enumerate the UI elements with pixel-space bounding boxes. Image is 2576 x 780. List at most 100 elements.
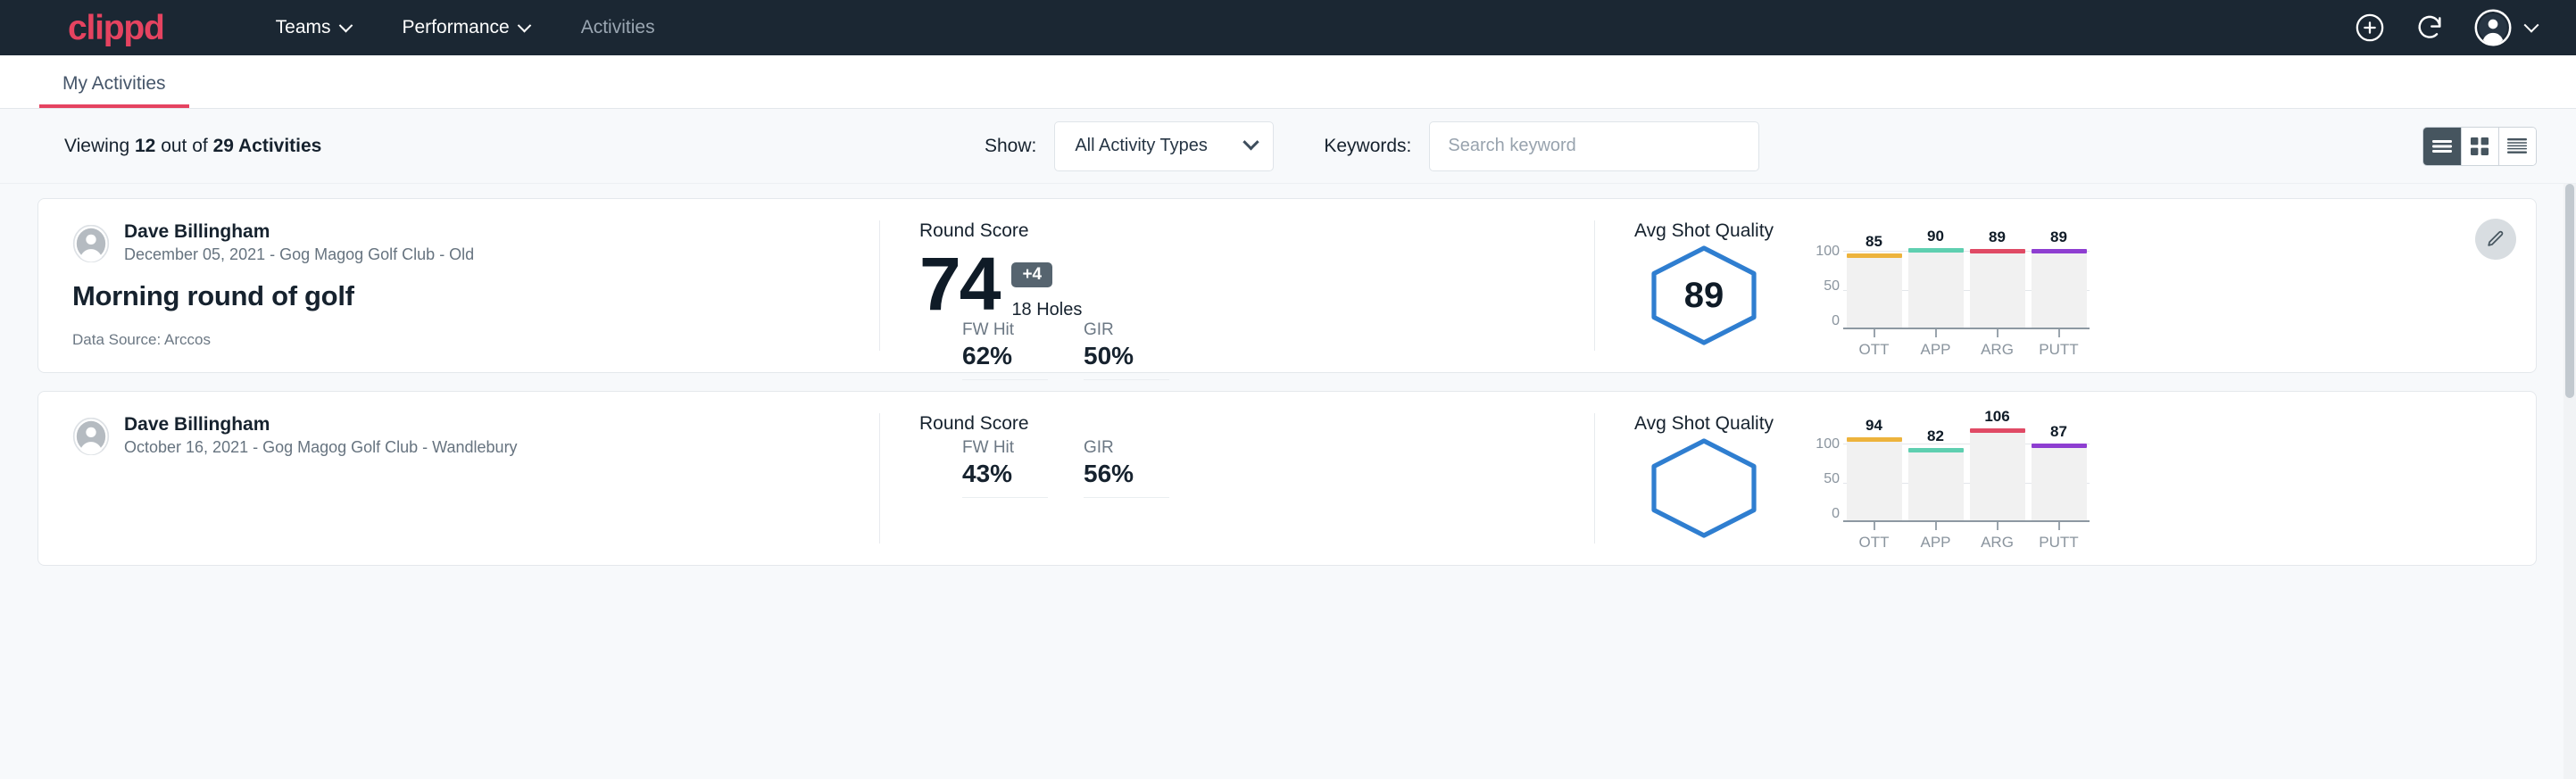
chart-plot-area: 85 90	[1843, 244, 2090, 359]
refresh-icon[interactable]	[2414, 12, 2445, 43]
bar-value-arg: 106	[1966, 408, 2028, 426]
bar-value-app: 90	[1905, 228, 1966, 245]
stat-fw-hit: FW Hit 62%	[962, 320, 1048, 380]
x-label-putt: PUTT	[2039, 341, 2078, 359]
nav-item-teams-label: Teams	[276, 17, 331, 38]
bar-app	[1908, 253, 1964, 328]
author-name: Dave Billingham	[124, 220, 474, 244]
activity-type-select[interactable]: All Activity Types	[1054, 121, 1274, 171]
x-tick	[2058, 329, 2060, 337]
shot-quality-hexagon: 89	[1634, 244, 1774, 347]
top-navbar: clippd Teams Performance Activities	[0, 0, 2576, 55]
bar-cap-app	[1908, 248, 1964, 253]
add-circle-icon[interactable]	[2355, 12, 2385, 43]
activity-info: Dave Billingham December 05, 2021 - Gog …	[38, 199, 879, 372]
shot-quality-value	[1648, 436, 1760, 540]
bar-slot-ott: 94	[1843, 436, 1905, 520]
x-tick	[1997, 329, 1998, 337]
bar-arg	[1970, 253, 2025, 328]
primary-nav: Teams Performance Activities	[250, 17, 681, 38]
round-score-section: Round Score 74 +4 18 Holes FW Hit 62% GI…	[880, 199, 1594, 372]
view-mode-list[interactable]	[2423, 128, 2461, 165]
x-tick	[1935, 329, 1937, 337]
y-tick-0: 0	[1832, 506, 1840, 522]
viewing-total: 29 Activities	[213, 136, 322, 156]
bar-cap-putt	[2032, 444, 2087, 448]
activity-card[interactable]: Dave Billingham October 16, 2021 - Gog M…	[37, 391, 2537, 566]
bar-value-arg: 89	[1966, 228, 2028, 246]
x-tick	[1874, 522, 1875, 530]
tab-bar: My Activities	[0, 55, 2576, 109]
stat-gir-value: 56%	[1084, 460, 1169, 488]
view-mode-detail[interactable]	[2498, 128, 2536, 165]
filter-controls: Show: All Activity Types Keywords:	[985, 121, 1759, 171]
nav-item-activities[interactable]: Activities	[555, 17, 681, 38]
bar-value-ott: 85	[1843, 233, 1905, 251]
y-tick-50: 50	[1824, 471, 1840, 487]
activity-info: Dave Billingham October 16, 2021 - Gog M…	[38, 392, 879, 565]
stat-fw-hit-value: 62%	[962, 342, 1048, 370]
round-stats: FW Hit 43% GIR 56%	[962, 438, 1594, 507]
round-score-extras: +4 18 Holes	[1011, 245, 1082, 320]
bar-slot-app: 90	[1905, 244, 1966, 328]
x-slot-ott: OTT	[1843, 329, 1905, 359]
chart-plot-area: 94 82	[1843, 436, 2090, 552]
brand-logo[interactable]: clippd	[68, 11, 164, 46]
y-tick-100: 100	[1816, 244, 1840, 260]
bar-cap-app	[1908, 448, 1964, 452]
viewing-middle: out of	[155, 136, 212, 156]
nav-item-teams[interactable]: Teams	[250, 17, 377, 38]
author-text: Dave Billingham October 16, 2021 - Gog M…	[124, 413, 518, 459]
edit-activity-button[interactable]	[2475, 219, 2516, 260]
keywords-label: Keywords:	[1324, 136, 1411, 157]
bar-cap-putt	[2032, 249, 2087, 253]
x-slot-arg: ARG	[1966, 522, 2028, 552]
bar-putt	[2032, 448, 2087, 520]
tab-my-activities-label: My Activities	[62, 73, 166, 94]
scrollbar-thumb[interactable]	[2565, 184, 2574, 398]
shot-quality-chart: 100 50 0 94	[1804, 436, 2090, 552]
viewing-summary: Viewing 12 out of 29 Activities	[64, 136, 321, 157]
bar-value-putt: 87	[2028, 423, 2090, 441]
nav-item-performance[interactable]: Performance	[377, 17, 555, 38]
x-tick	[1935, 522, 1937, 530]
bar-putt	[2032, 253, 2087, 328]
x-slot-putt: PUTT	[2028, 522, 2090, 552]
x-label-arg: ARG	[1981, 534, 2014, 552]
pencil-icon	[2486, 229, 2505, 249]
chart-bars: 85 90	[1843, 244, 2090, 328]
x-label-ott: OTT	[1859, 534, 1890, 552]
activity-card[interactable]: Dave Billingham December 05, 2021 - Gog …	[37, 198, 2537, 373]
x-slot-app: APP	[1905, 329, 1966, 359]
shot-quality-hexagon	[1634, 436, 1774, 540]
bar-slot-ott: 85	[1843, 244, 1905, 328]
x-label-arg: ARG	[1981, 341, 2014, 359]
account-avatar-icon	[2474, 9, 2512, 46]
round-score-section: Round Score FW Hit 43% GIR 56%	[880, 392, 1594, 565]
x-label-app: APP	[1920, 534, 1950, 552]
chart-x-axis: OTT APP ARG	[1843, 329, 2090, 359]
bar-ott	[1847, 442, 1902, 520]
search-input[interactable]	[1429, 121, 1759, 171]
keyword-filter: Keywords:	[1324, 121, 1759, 171]
shot-quality-body: 89 100 50 0	[1634, 244, 2536, 359]
chart-x-axis: OTT APP ARG	[1843, 522, 2090, 552]
page-scrollbar[interactable]	[2564, 184, 2576, 779]
x-tick	[1874, 329, 1875, 337]
round-score-label: Round Score	[919, 220, 1594, 242]
bar-arg	[1970, 433, 2025, 520]
activity-author: Dave Billingham October 16, 2021 - Gog M…	[72, 413, 879, 459]
shot-quality-body: 100 50 0 94	[1634, 436, 2536, 552]
view-mode-grid[interactable]	[2461, 128, 2498, 165]
tab-my-activities[interactable]: My Activities	[39, 73, 189, 108]
stat-gir: GIR 56%	[1084, 438, 1169, 498]
bar-cap-ott	[1847, 253, 1902, 258]
view-mode-toggle	[2422, 127, 2537, 166]
bar-slot-arg: 106	[1966, 436, 2028, 520]
account-menu[interactable]	[2474, 9, 2537, 46]
author-name: Dave Billingham	[124, 413, 518, 436]
bar-cap-arg	[1970, 249, 2025, 253]
y-tick-100: 100	[1816, 436, 1840, 452]
chevron-down-icon	[2524, 18, 2539, 33]
bar-value-app: 82	[1905, 427, 1966, 445]
